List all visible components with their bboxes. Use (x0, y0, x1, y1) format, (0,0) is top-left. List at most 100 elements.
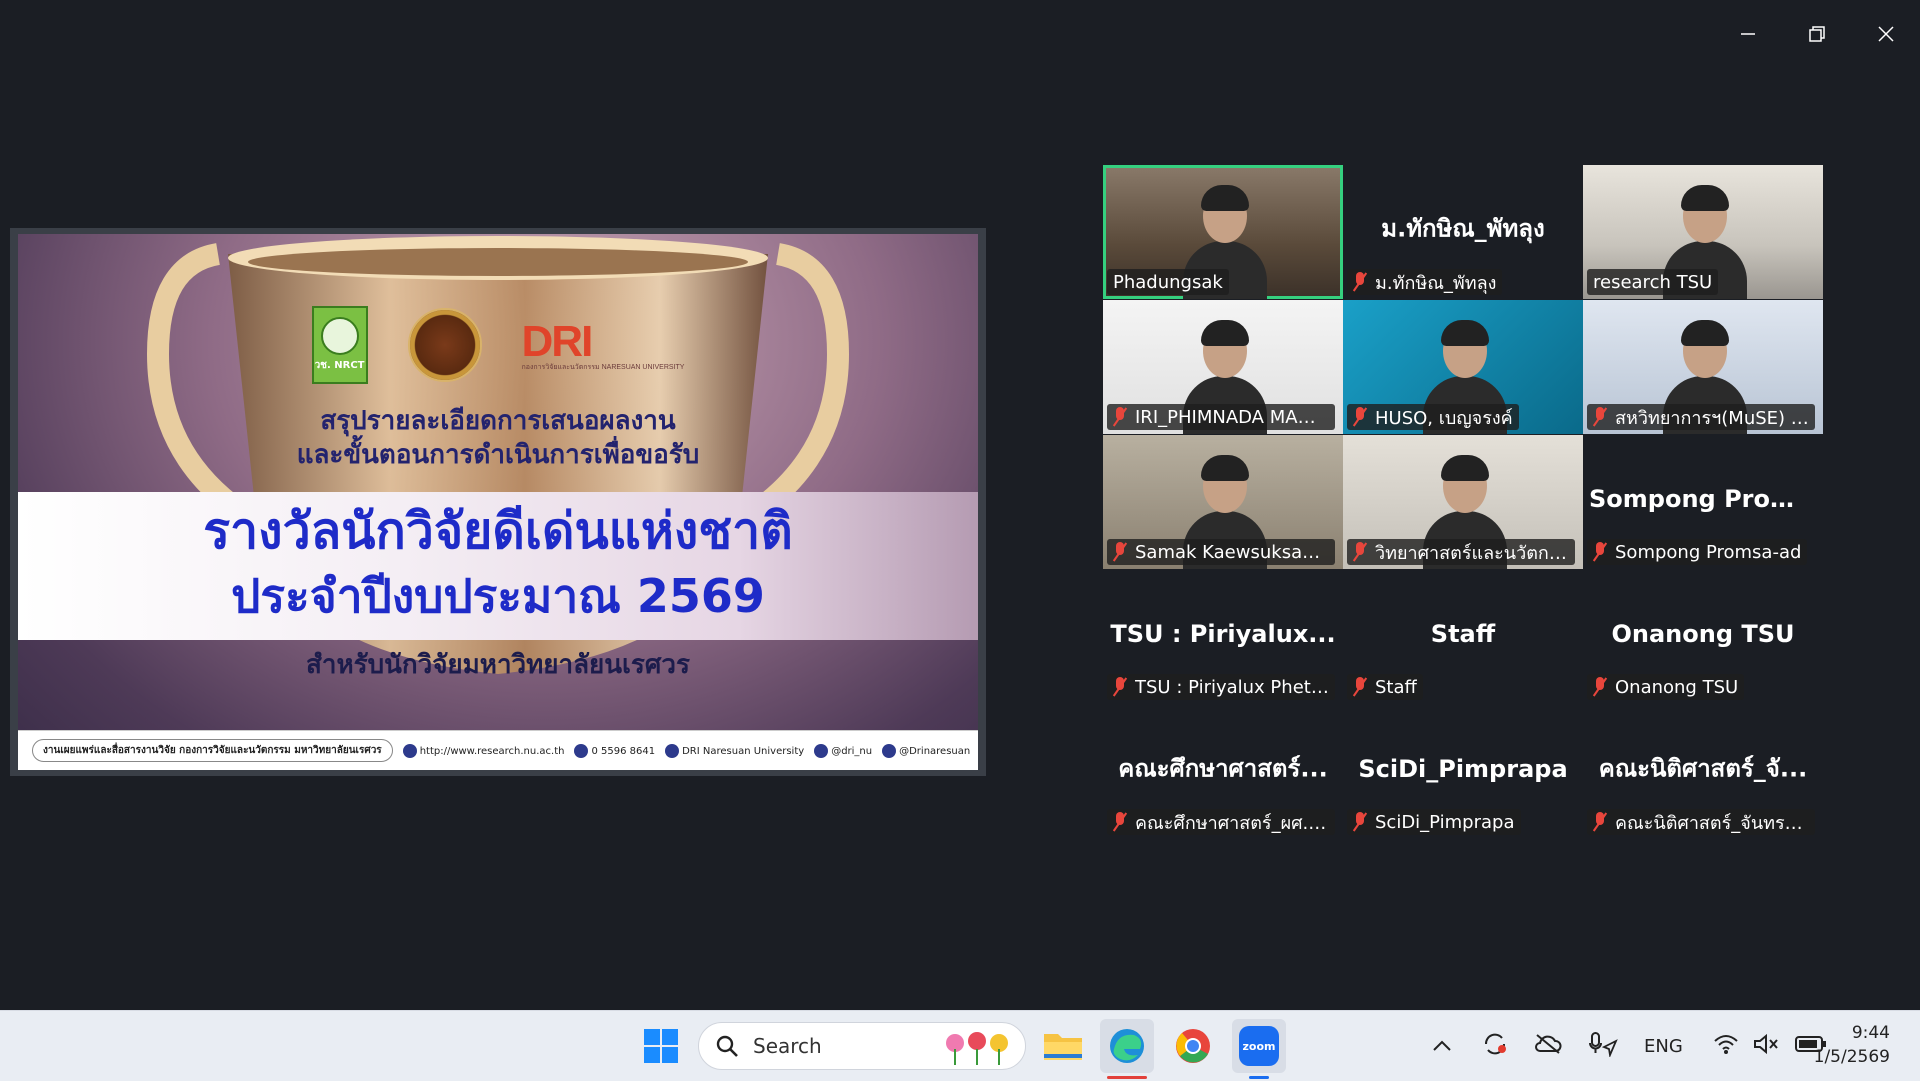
participant-name-label: Onanong TSU (1587, 674, 1745, 700)
participant-tile[interactable]: HUSO, เบญจรงค์ (1343, 300, 1583, 434)
participant-display-name: คณะศึกษาศาสตร์... (1118, 754, 1328, 783)
participant-tile[interactable]: วิทยาศาสตร์และนวัตกรรม... (1343, 435, 1583, 569)
participant-name: คณะศึกษาศาสตร์_ผศ.ดร.... (1135, 812, 1329, 834)
participant-tile[interactable]: Sompong Prom... Sompong Promsa-ad (1583, 435, 1823, 569)
chevron-up-icon[interactable] (1432, 1036, 1452, 1057)
participant-name-label: Samak Kaewsuksaeng,... (1107, 539, 1335, 565)
slide-audience: สำหรับนักวิจัยมหาวิทยาลัยนเรศวร (306, 650, 690, 680)
participant-tile[interactable]: คณะศึกษาศาสตร์... คณะศึกษาศาสตร์_ผศ.ดร...… (1103, 705, 1343, 839)
minimize-icon (1741, 33, 1755, 35)
participant-display-name: SciDi_Pimprapa (1358, 755, 1568, 784)
participant-name: ม.ทักษิณ_พัทลุง (1375, 272, 1497, 294)
speaker-muted-icon[interactable] (1753, 1033, 1779, 1060)
clock[interactable]: 9:44 1/5/2569 (1814, 1021, 1890, 1069)
cloud-off-icon[interactable] (1534, 1033, 1562, 1060)
slide-footer: งานเผยแพร่และสื่อสารงานวิจัย กองการวิจัย… (18, 730, 978, 770)
slide-subtitle: สรุปรายละเอียดการเสนอผลงาน และขั้นตอนการ… (296, 406, 700, 470)
edge-button[interactable] (1100, 1019, 1154, 1079)
close-icon (1878, 26, 1894, 42)
globe-icon (402, 743, 417, 758)
participant-name-label: research TSU (1587, 269, 1719, 295)
shared-screen[interactable]: วช. NRCT DRI กองการวิจัยและนวัตกรรม NARE… (10, 228, 986, 776)
start-button[interactable] (634, 1019, 688, 1073)
participant-name-label: TSU : Piriyalux Phethu... (1107, 674, 1335, 700)
participant-name-label: คณะศึกษาศาสตร์_ผศ.ดร.... (1107, 809, 1335, 835)
mic-muted-icon (1353, 272, 1367, 292)
participant-display-name: Sompong Prom... (1589, 485, 1823, 514)
facebook-icon (665, 743, 680, 758)
participant-name: วิทยาศาสตร์และนวัตกรรม... (1375, 542, 1569, 564)
participant-tile[interactable]: Staff Staff (1343, 570, 1583, 704)
mic-muted-icon (1113, 407, 1127, 427)
participant-tile[interactable]: Samak Kaewsuksaeng,... (1103, 435, 1343, 569)
x-icon (882, 743, 897, 758)
start-icon (644, 1029, 678, 1063)
zoom-icon: zoom (1239, 1026, 1279, 1066)
participant-name: คณะนิติศาสตร์_จันทราทิพ... (1615, 812, 1809, 834)
participant-tile[interactable]: TSU : Piriyalux... TSU : Piriyalux Phethu… (1103, 570, 1343, 704)
participant-name-label: HUSO, เบญจรงค์ (1347, 404, 1519, 430)
participant-name-label: Staff (1347, 674, 1423, 700)
participant-name: Onanong TSU (1615, 676, 1739, 698)
participant-name: research TSU (1593, 271, 1713, 293)
participant-name-label: ม.ทักษิณ_พัทลุง (1347, 269, 1503, 295)
participant-name-label: สหวิทยาการฯ(MuSE) ธน... (1587, 404, 1815, 430)
sync-icon[interactable] (1482, 1031, 1508, 1062)
participant-name: SciDi_Pimprapa (1375, 811, 1515, 833)
mic-muted-icon (1113, 677, 1127, 697)
mouse-cursor (896, 754, 906, 766)
participant-name-label: Phadungsak (1107, 269, 1229, 295)
participant-tile[interactable]: Phadungsak (1103, 165, 1343, 299)
mic-muted-icon (1353, 677, 1367, 697)
mic-muted-icon (1593, 677, 1607, 697)
participant-tile[interactable]: SciDi_Pimprapa SciDi_Pimprapa (1343, 705, 1583, 839)
participant-name: สหวิทยาการฯ(MuSE) ธน... (1615, 407, 1809, 429)
file-explorer-button[interactable] (1036, 1019, 1090, 1073)
participant-tile[interactable]: คณะนิติศาสตร์_จั... คณะนิติศาสตร์_จันทราท… (1583, 705, 1823, 839)
slide-title-year: ประจำปีงบประมาณ 2569 (231, 569, 765, 623)
restore-icon (1809, 26, 1825, 42)
participant-name-label: IRI_PHIMNADA MANE... (1107, 404, 1335, 430)
participant-name: IRI_PHIMNADA MANE... (1135, 406, 1329, 428)
restore-button[interactable] (1797, 14, 1837, 54)
system-tray: ENG (1432, 1011, 1827, 1081)
participant-name-label: คณะนิติศาสตร์_จันทราทิพ... (1587, 809, 1815, 835)
mic-muted-icon (1353, 812, 1367, 832)
mic-muted-icon (1113, 542, 1127, 562)
participant-name: Sompong Promsa-ad (1615, 541, 1802, 563)
participant-name-label: Sompong Promsa-ad (1587, 539, 1808, 565)
search-icon (716, 1035, 738, 1057)
taskbar: Search zoom ENG 9:44 1/5/2569 (0, 1010, 1920, 1081)
participant-display-name: ม.ทักษิณ_พัทลุง (1381, 214, 1545, 243)
microphone-location-icon[interactable] (1588, 1031, 1618, 1062)
participant-name-label: วิทยาศาสตร์และนวัตกรรม... (1347, 539, 1575, 565)
participant-display-name: คณะนิติศาสตร์_จั... (1598, 754, 1808, 783)
participant-display-name: TSU : Piriyalux... (1110, 620, 1336, 649)
slide-title: รางวัลนักวิจัยดีเด่นแห่งชาติ (203, 502, 793, 560)
tulips-icon (943, 1031, 1013, 1070)
chrome-button[interactable] (1166, 1019, 1220, 1073)
participant-name: TSU : Piriyalux Phethu... (1135, 676, 1329, 698)
participant-tile[interactable]: research TSU (1583, 165, 1823, 299)
mic-muted-icon (1353, 407, 1367, 427)
participant-tile[interactable]: ม.ทักษิณ_พัทลุง ม.ทักษิณ_พัทลุง (1343, 165, 1583, 299)
participant-tile[interactable]: IRI_PHIMNADA MANE... (1103, 300, 1343, 434)
participant-name-label: SciDi_Pimprapa (1347, 809, 1521, 835)
participant-display-name: Staff (1430, 620, 1496, 649)
zoom-button[interactable]: zoom (1232, 1019, 1286, 1079)
participant-tile[interactable]: Onanong TSU Onanong TSU (1583, 570, 1823, 704)
naresuan-university-logo (407, 308, 482, 382)
minimize-button[interactable] (1728, 14, 1768, 54)
line-icon (814, 743, 829, 758)
language-indicator[interactable]: ENG (1644, 1036, 1683, 1057)
close-button[interactable] (1866, 14, 1906, 54)
nrct-logo: วช. NRCT (311, 306, 368, 384)
active-indicator (1249, 1076, 1269, 1079)
participant-display-name: Onanong TSU (1611, 620, 1795, 649)
participant-tile[interactable]: สหวิทยาการฯ(MuSE) ธน... (1583, 300, 1823, 434)
mic-muted-icon (1113, 812, 1127, 832)
chrome-icon (1176, 1029, 1210, 1063)
taskbar-search[interactable]: Search (698, 1022, 1026, 1070)
edge-icon (1110, 1029, 1144, 1063)
wifi-icon[interactable] (1713, 1033, 1739, 1060)
